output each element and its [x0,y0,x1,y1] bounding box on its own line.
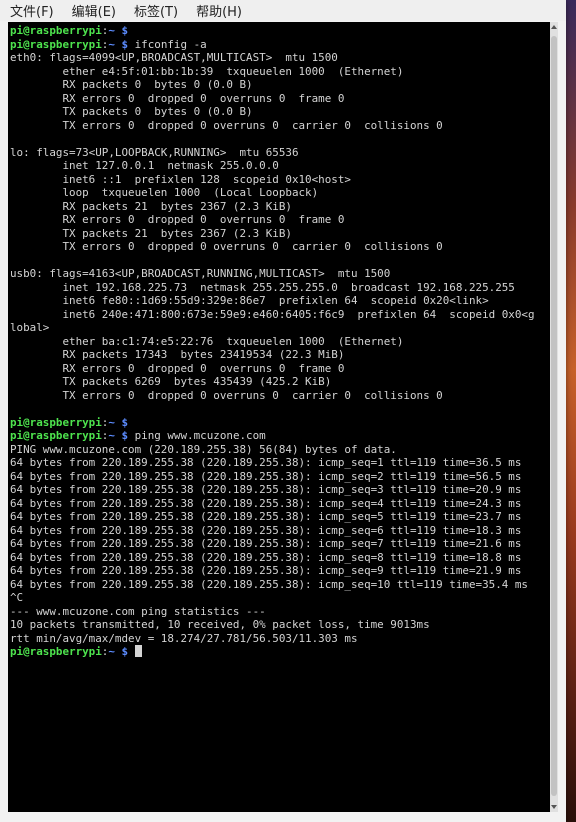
terminal-output-line: ^C [10,591,24,604]
terminal-prompt-line: pi@raspberrypi:~ $ [10,645,548,659]
menu-bar: 文件(F) 编辑(E) 标签(T) 帮助(H) [0,0,566,21]
prompt-path: ~ $ [108,37,129,51]
terminal-output-line: inet 192.168.225.73 netmask 255.255.255.… [10,280,515,294]
terminal-prompt-line: pi@raspberrypi:~ $ ping www.mcuzone.com [10,429,548,443]
terminal-output-line: 64 bytes from 220.189.255.38 (220.189.25… [10,577,528,591]
terminal-output-line: RX errors 0 dropped 0 overruns 0 frame 0 [10,91,345,105]
terminal-output-line: 10 packets transmitted, 10 received, 0% … [10,618,430,631]
prompt-path: ~ $ [108,429,129,442]
terminal-output-line: RX packets 0 bytes 0 (0.0 B) [10,78,253,91]
terminal-output-line: eth0: flags=4099<UP,BROADCAST,MULTICAST>… [10,51,338,64]
menu-file[interactable]: 文件(F) [8,0,56,21]
terminal-output-line: RX packets 17343 bytes 23419534 (22.3 Mi… [10,348,345,361]
terminal-output-line: 64 bytes from 220.189.255.38 (220.189.25… [10,456,522,469]
terminal-output-line: ether e4:5f:01:bb:1b:39 txqueuelen 1000 … [10,64,404,78]
terminal-output-line: inet6 fe80::1d69:55d9:329e:86e7 prefixle… [10,294,489,307]
terminal-output-line: usb0: flags=4163<UP,BROADCAST,RUNNING,MU… [10,267,391,280]
prompt-user-host: pi@raspberrypi [10,645,102,658]
terminal-output-line: TX errors 0 dropped 0 overruns 0 carrier… [10,240,443,253]
terminal-output-line: lo: flags=73<UP,LOOPBACK,RUNNING> mtu 65… [10,145,299,159]
command-text: ifconfig -a [128,37,207,51]
terminal-output-line: inet 127.0.0.1 netmask 255.0.0.0 [10,159,279,172]
scrollbar-thumb[interactable] [551,36,557,796]
terminal-output-line: TX errors 0 dropped 0 overruns 0 carrier… [10,118,443,132]
prompt-path: ~ $ [108,645,129,658]
terminal-output-line: RX errors 0 dropped 0 overruns 0 frame 0 [10,361,345,375]
terminal-output-line: 64 bytes from 220.189.255.38 (220.189.25… [10,469,522,483]
terminal-output-line: inet6 240e:471:800:673e:59e9:e460:6405:f… [10,307,535,321]
terminal-output-line: TX packets 0 bytes 0 (0.0 B) [10,105,253,118]
terminal-prompt-line: pi@raspberrypi:~ $ [10,24,548,38]
terminal-output-line: rtt min/avg/max/mdev = 18.274/27.781/56.… [10,631,358,645]
command-text: ping www.mcuzone.com [128,429,266,442]
terminal-output-line: 64 bytes from 220.189.255.38 (220.189.25… [10,537,522,550]
scroll-down-arrow-icon[interactable] [551,805,557,809]
vertical-scrollbar[interactable] [550,22,558,812]
terminal-output-line: PING www.mcuzone.com (220.189.255.38) 56… [10,442,397,456]
terminal-output-line: --- www.mcuzone.com ping statistics --- [10,604,266,618]
terminal-output-line: 64 bytes from 220.189.255.38 (220.189.25… [10,523,522,537]
terminal-output-line: TX packets 21 bytes 2367 (2.3 KiB) [10,226,292,240]
terminal-output-line: loop txqueuelen 1000 (Local Loopback) [10,186,319,199]
prompt-path: ~ $ [108,24,129,37]
menu-tabs[interactable]: 标签(T) [132,0,180,21]
terminal-output-line: lobal> [10,321,50,334]
terminal-output-line: 64 bytes from 220.189.255.38 (220.189.25… [10,564,522,577]
menu-help[interactable]: 帮助(H) [194,0,244,21]
prompt-user-host: pi@raspberrypi [10,429,102,442]
terminal-prompt-line: pi@raspberrypi:~ $ [10,416,548,430]
prompt-path: ~ $ [108,415,129,429]
prompt-user-host: pi@raspberrypi [10,37,102,51]
terminal-output-line: RX packets 21 bytes 2367 (2.3 KiB) [10,199,292,213]
terminal-output-line: RX errors 0 dropped 0 overruns 0 frame 0 [10,213,345,226]
terminal-output-line: inet6 ::1 prefixlen 128 scopeid 0x10<hos… [10,172,351,186]
prompt-user-host: pi@raspberrypi [10,24,102,37]
terminal-output-line: TX packets 6269 bytes 435439 (425.2 KiB) [10,375,332,388]
terminal-output-line: TX errors 0 dropped 0 overruns 0 carrier… [10,388,443,402]
terminal-output-line: ether ba:c1:74:e5:22:76 txqueuelen 1000 … [10,334,404,348]
terminal-cursor [134,645,142,657]
menu-edit[interactable]: 编辑(E) [70,0,118,21]
terminal-text: pi@raspberrypi:~ $ pi@raspberrypi:~ $ ifc… [10,24,548,659]
terminal-output-line: 64 bytes from 220.189.255.38 (220.189.25… [10,496,522,510]
terminal-prompt-line: pi@raspberrypi:~ $ ifconfig -a [10,38,548,52]
terminal-output-line: 64 bytes from 220.189.255.38 (220.189.25… [10,550,522,564]
terminal-output-line: 64 bytes from 220.189.255.38 (220.189.25… [10,483,522,496]
prompt-user-host: pi@raspberrypi [10,415,102,429]
terminal-output-line: 64 bytes from 220.189.255.38 (220.189.25… [10,510,522,523]
terminal-output-area[interactable]: pi@raspberrypi:~ $ pi@raspberrypi:~ $ ifc… [8,22,558,812]
terminal-window: 文件(F) 编辑(E) 标签(T) 帮助(H) pi@raspberrypi:~… [0,0,566,822]
scroll-up-arrow-icon[interactable] [551,25,557,29]
